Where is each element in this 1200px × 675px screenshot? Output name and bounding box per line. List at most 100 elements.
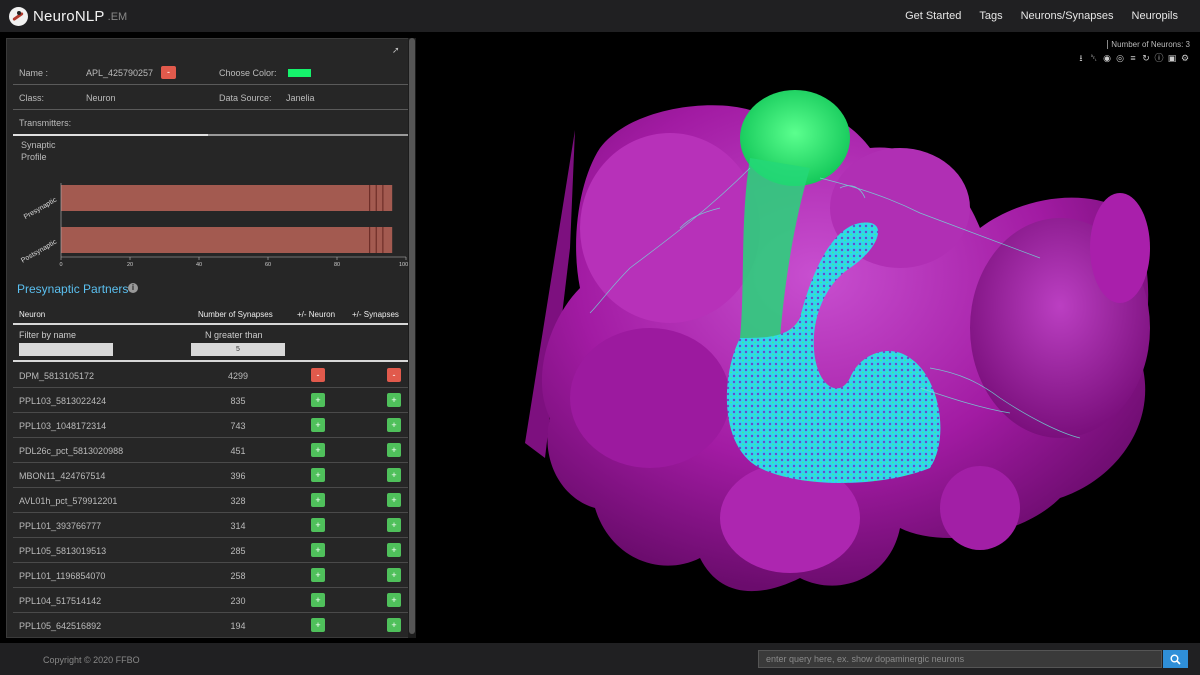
bar-segment xyxy=(369,185,371,211)
add-synapses-button[interactable]: + xyxy=(387,593,401,607)
brain-render[interactable] xyxy=(420,38,1200,640)
eye-slash-icon[interactable]: ◉ xyxy=(1102,53,1112,63)
remove-neuron-button[interactable]: - xyxy=(161,66,176,79)
info-icon[interactable]: ⓘ xyxy=(1154,53,1164,63)
n-greater-than-input[interactable] xyxy=(191,343,285,356)
add-synapses-button[interactable]: + xyxy=(387,468,401,482)
synapse-count: 743 xyxy=(230,421,246,431)
footer: Copyright © 2020 FFBO xyxy=(0,643,1200,675)
list-icon[interactable]: ≡ xyxy=(1128,53,1138,63)
download-icon[interactable]: ⭳ xyxy=(1076,53,1086,63)
n-greater-than-label: N greater than xyxy=(205,330,263,340)
bar-segment xyxy=(369,227,371,253)
bar-segment xyxy=(375,227,377,253)
partner-name: PPL103_1048172314 xyxy=(19,421,107,431)
gear-icon[interactable]: ⚙ xyxy=(1180,53,1190,63)
divider-highlight xyxy=(13,134,208,136)
add-synapses-button[interactable]: + xyxy=(387,418,401,432)
refresh-icon[interactable]: ↻ xyxy=(1141,53,1151,63)
class-value: Neuron xyxy=(86,93,116,103)
table-row: PPL101_1196854070 258 + + xyxy=(13,563,408,588)
filter-by-name-input[interactable] xyxy=(19,343,113,356)
expand-icon[interactable]: ➚ xyxy=(392,45,402,55)
nav-neuropils[interactable]: Neuropils xyxy=(1123,10,1187,22)
partner-name: AVL01h_pct_579912201 xyxy=(19,496,118,506)
partner-name: PPL104_517514142 xyxy=(19,596,102,606)
add-neuron-button[interactable]: + xyxy=(311,543,325,557)
table-row: PPL103_5813022424 835 + + xyxy=(13,388,408,413)
column-number-of-synapses[interactable]: Number of Synapses xyxy=(198,310,273,319)
name-row: Name : APL_425790257 - Choose Color: xyxy=(13,61,408,85)
add-synapses-button[interactable]: + xyxy=(387,493,401,507)
color-picker-swatch[interactable] xyxy=(288,69,311,77)
add-synapses-button[interactable]: + xyxy=(387,393,401,407)
top-navbar: NeuroNLP .EM Get Started Tags Neurons/Sy… xyxy=(0,0,1200,32)
remove-neuron-button[interactable]: - xyxy=(311,368,325,382)
table-row: AVL01h_pct_579912201 328 + + xyxy=(13,488,408,513)
scrollbar-thumb[interactable] xyxy=(409,38,415,634)
synapse-count: 4299 xyxy=(227,371,249,381)
add-neuron-button[interactable]: + xyxy=(311,443,325,457)
partner-name: PPL105_642516892 xyxy=(19,621,102,631)
add-synapses-button[interactable]: + xyxy=(387,443,401,457)
add-neuron-button[interactable]: + xyxy=(311,468,325,482)
x-tick-label: 40 xyxy=(196,262,202,268)
synapse-count: 314 xyxy=(230,521,246,531)
add-synapses-button[interactable]: + xyxy=(387,518,401,532)
partner-name: PPL101_1196854070 xyxy=(19,571,106,581)
ffbo-logo-icon xyxy=(9,6,28,26)
synapse-count: 396 xyxy=(230,471,246,481)
add-neuron-button[interactable]: + xyxy=(311,418,325,432)
search-button[interactable] xyxy=(1163,650,1188,668)
add-neuron-button[interactable]: + xyxy=(311,518,325,532)
add-neuron-button[interactable]: + xyxy=(311,493,325,507)
synapse-count: 230 xyxy=(230,596,246,606)
table-row: DPM_5813105172 4299 - - xyxy=(13,363,408,388)
viewer-toolbar: ⭳ ␡ ◉ ◎ ≡ ↻ ⓘ ▣ ⚙ xyxy=(1073,53,1190,63)
synaptic-profile-label-line2: Profile xyxy=(21,152,47,162)
partner-name: PDL26c_pct_5813020988 xyxy=(19,446,124,456)
partner-name: PPL103_5813022424 xyxy=(19,396,107,406)
eye-icon[interactable]: ◎ xyxy=(1115,53,1125,63)
add-synapses-button[interactable]: + xyxy=(387,618,401,632)
column-plus-minus-synapses: +/- Synapses xyxy=(352,310,399,319)
choose-color-label: Choose Color: xyxy=(219,68,277,78)
bar-presynaptic xyxy=(61,185,393,211)
transmitters-label: Transmitters: xyxy=(19,118,72,128)
nav-neurons-synapses[interactable]: Neurons/Synapses xyxy=(1012,10,1123,22)
table-row: PPL105_642516892 194 + + xyxy=(13,613,408,637)
synapse-count: 285 xyxy=(230,546,246,556)
partner-name: PPL101_393766777 xyxy=(19,521,102,531)
copyright-text: Copyright © 2020 FFBO xyxy=(43,655,140,665)
data-source-label: Data Source: xyxy=(219,93,272,103)
trash-icon[interactable]: ␡ xyxy=(1089,53,1099,63)
info-icon[interactable]: i xyxy=(128,283,138,293)
column-neuron[interactable]: Neuron xyxy=(19,310,45,319)
add-neuron-button[interactable]: + xyxy=(311,593,325,607)
add-neuron-button[interactable]: + xyxy=(311,618,325,632)
3d-viewport[interactable]: Number of Neurons: 3 ⭳ ␡ ◉ ◎ ≡ ↻ ⓘ ▣ ⚙ xyxy=(420,38,1200,640)
brand-suffix: .EM xyxy=(107,11,128,23)
bar-postsynaptic xyxy=(61,227,393,253)
category-label: Postsynaptic xyxy=(20,238,58,264)
add-synapses-button[interactable]: + xyxy=(387,568,401,582)
remove-synapses-button[interactable]: - xyxy=(387,368,401,382)
nav-tags[interactable]: Tags xyxy=(970,10,1011,22)
add-neuron-button[interactable]: + xyxy=(311,393,325,407)
add-synapses-button[interactable]: + xyxy=(387,543,401,557)
brand[interactable]: NeuroNLP .EM xyxy=(9,6,128,26)
synapse-count: 328 xyxy=(230,496,246,506)
partner-name: MBON11_424767514 xyxy=(19,471,106,481)
camera-icon[interactable]: ▣ xyxy=(1167,53,1177,63)
partner-name: PPL105_5813019513 xyxy=(19,546,107,556)
transmitters-row: Transmitters: xyxy=(13,111,408,135)
nlp-query-input[interactable] xyxy=(758,650,1162,668)
presynaptic-partners-title: Presynaptic Partners xyxy=(17,282,129,296)
synaptic-profile-chart: PresynapticPostsynaptic0 20 40 60 80 100% xyxy=(20,183,413,268)
search-icon xyxy=(1170,654,1181,665)
synapse-count: 194 xyxy=(230,621,246,631)
brand-name: NeuroNLP xyxy=(33,7,105,25)
panel-scrollbar[interactable] xyxy=(408,38,416,638)
add-neuron-button[interactable]: + xyxy=(311,568,325,582)
nav-get-started[interactable]: Get Started xyxy=(896,10,970,22)
